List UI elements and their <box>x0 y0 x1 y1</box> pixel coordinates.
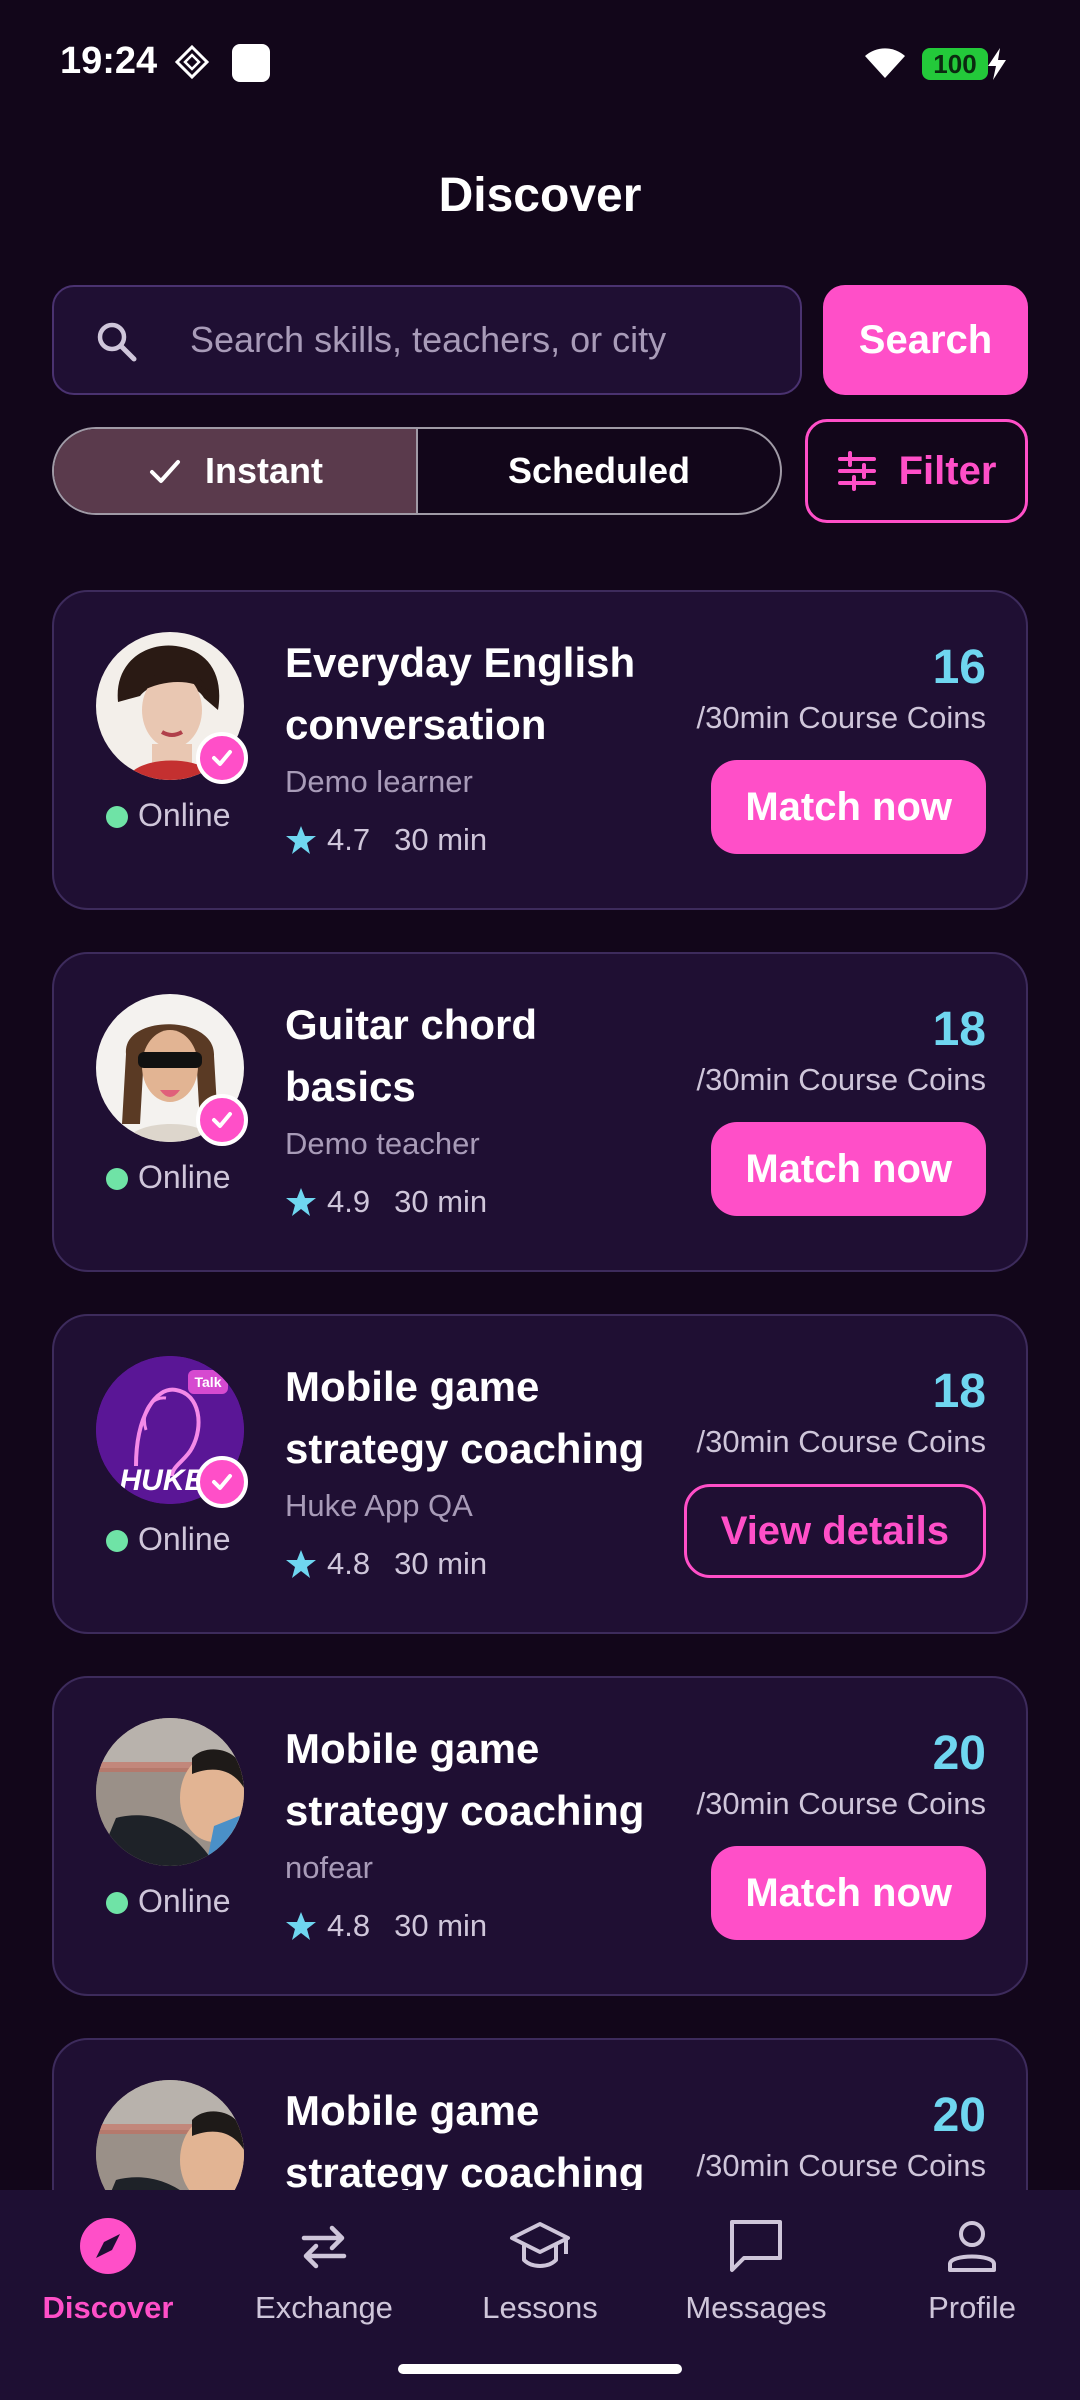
duration: 30 min <box>394 1546 488 1581</box>
verified-badge-icon <box>196 1456 248 1508</box>
rating-value: 4.9 <box>327 1184 371 1219</box>
sliders-icon <box>837 451 876 491</box>
price: 20 <box>932 2089 986 2142</box>
nav-label: Exchange <box>255 2290 393 2325</box>
price-unit: /30min Course Coins <box>696 1786 986 1821</box>
rating-value: 4.8 <box>327 1908 371 1943</box>
price-unit: /30min Course Coins <box>696 700 986 735</box>
mode-toggle: Instant Scheduled <box>52 427 782 515</box>
course-title: Mobile game strategy coaching <box>285 2087 645 2196</box>
nav-messages[interactable]: Messages <box>648 2214 864 2326</box>
course-title: Everyday English conversation <box>285 639 636 748</box>
notification-app-icon <box>174 44 210 80</box>
verified-badge-icon <box>196 1094 248 1146</box>
course-title: Mobile game strategy coaching <box>285 1725 645 1834</box>
duration: 30 min <box>394 1908 488 1943</box>
swap-arrows-icon <box>301 2225 347 2269</box>
teacher-name: nofear <box>285 1850 373 1885</box>
talk-badge-text: Talk <box>195 1374 222 1390</box>
nav-label: Profile <box>928 2290 1016 2325</box>
nav-discover[interactable]: Discover <box>0 2214 216 2326</box>
online-status: Online <box>138 1521 231 1557</box>
duration: 30 min <box>394 822 488 857</box>
status-bar: 19:24 100 <box>0 0 1080 120</box>
course-card[interactable]: Online Guitar chord basics Demo teacher … <box>52 952 1028 1272</box>
view-details-button[interactable]: View details <box>683 1484 986 1578</box>
online-status: Online <box>138 1159 231 1195</box>
filter-button[interactable]: Filter <box>805 419 1028 523</box>
rating-row: 4.9 30 min <box>285 1184 487 1220</box>
person-icon <box>948 2221 996 2272</box>
star-icon <box>286 1550 316 1578</box>
course-title: Mobile game strategy coaching <box>285 1363 645 1472</box>
teacher-name: Demo teacher <box>285 1126 480 1161</box>
status-time: 19:24 <box>60 40 158 82</box>
course-title: Guitar chord basics <box>285 1001 538 1110</box>
nav-profile[interactable]: Profile <box>864 2214 1080 2326</box>
star-icon <box>286 826 316 854</box>
rating-value: 4.8 <box>327 1546 371 1581</box>
charging-icon <box>988 48 1006 80</box>
price-unit: /30min Course Coins <box>696 1424 986 1459</box>
course-card[interactable]: Online Mobile game strategy coaching nof… <box>52 1676 1028 1996</box>
battery-icon: 100 <box>922 48 988 80</box>
search-input[interactable] <box>190 287 780 393</box>
match-now-button[interactable]: Match now <box>711 1846 986 1940</box>
match-now-button[interactable]: Match now <box>711 1122 986 1216</box>
tab-instant-label: Instant <box>204 450 323 491</box>
rating-row: 4.8 30 min <box>285 1908 487 1944</box>
star-icon <box>286 1912 316 1940</box>
teacher-name: Demo learner <box>285 764 473 799</box>
nav-label: Discover <box>42 2290 174 2325</box>
filter-label: Filter <box>898 448 997 493</box>
price-unit: /30min Course Coins <box>696 2148 986 2183</box>
search-button[interactable]: Search <box>823 285 1028 395</box>
rating-value: 4.7 <box>327 822 371 857</box>
price: 16 <box>932 641 986 694</box>
nav-lessons[interactable]: Lessons <box>432 2214 648 2326</box>
teacher-name: Huke App QA <box>285 1488 473 1523</box>
online-status: Online <box>138 797 231 833</box>
price: 18 <box>932 1365 986 1418</box>
price: 20 <box>932 1727 986 1780</box>
tab-scheduled-label: Scheduled <box>507 450 691 491</box>
duration: 30 min <box>394 1184 488 1219</box>
course-card[interactable]: Talk HUKE Online Mobile game strategy co… <box>52 1314 1028 1634</box>
rating-row: 4.8 30 min <box>285 1546 487 1582</box>
online-status: Online <box>138 1883 231 1919</box>
price: 18 <box>932 1003 986 1056</box>
verified-badge-icon <box>196 732 248 784</box>
check-icon <box>149 460 180 483</box>
tab-instant[interactable]: Instant <box>54 429 416 513</box>
online-status-dot <box>106 1168 128 1190</box>
nav-label: Messages <box>685 2290 827 2325</box>
course-card[interactable]: Online Everyday English conversation Dem… <box>52 590 1028 910</box>
search-icon <box>97 322 137 362</box>
brand-text: HUKE <box>119 1464 205 1497</box>
star-icon <box>286 1188 316 1216</box>
rating-row: 4.7 30 min <box>285 822 487 858</box>
tab-scheduled[interactable]: Scheduled <box>416 429 780 513</box>
online-status-dot <box>106 1892 128 1914</box>
page-title: Discover <box>438 169 642 222</box>
avatar <box>96 1718 244 1866</box>
nav-exchange[interactable]: Exchange <box>216 2214 432 2326</box>
notification-square-icon <box>232 44 270 82</box>
search-field[interactable] <box>52 285 802 395</box>
wifi-icon <box>865 48 905 78</box>
price-unit: /30min Course Coins <box>696 1062 986 1097</box>
nav-label: Lessons <box>482 2290 598 2325</box>
match-now-button[interactable]: Match now <box>711 760 986 854</box>
graduation-cap-icon <box>510 2222 570 2268</box>
online-status-dot <box>106 1530 128 1552</box>
online-status-dot <box>106 806 128 828</box>
compass-icon <box>80 2218 136 2274</box>
chat-bubble-icon <box>730 2220 782 2272</box>
home-indicator[interactable] <box>398 2364 682 2374</box>
